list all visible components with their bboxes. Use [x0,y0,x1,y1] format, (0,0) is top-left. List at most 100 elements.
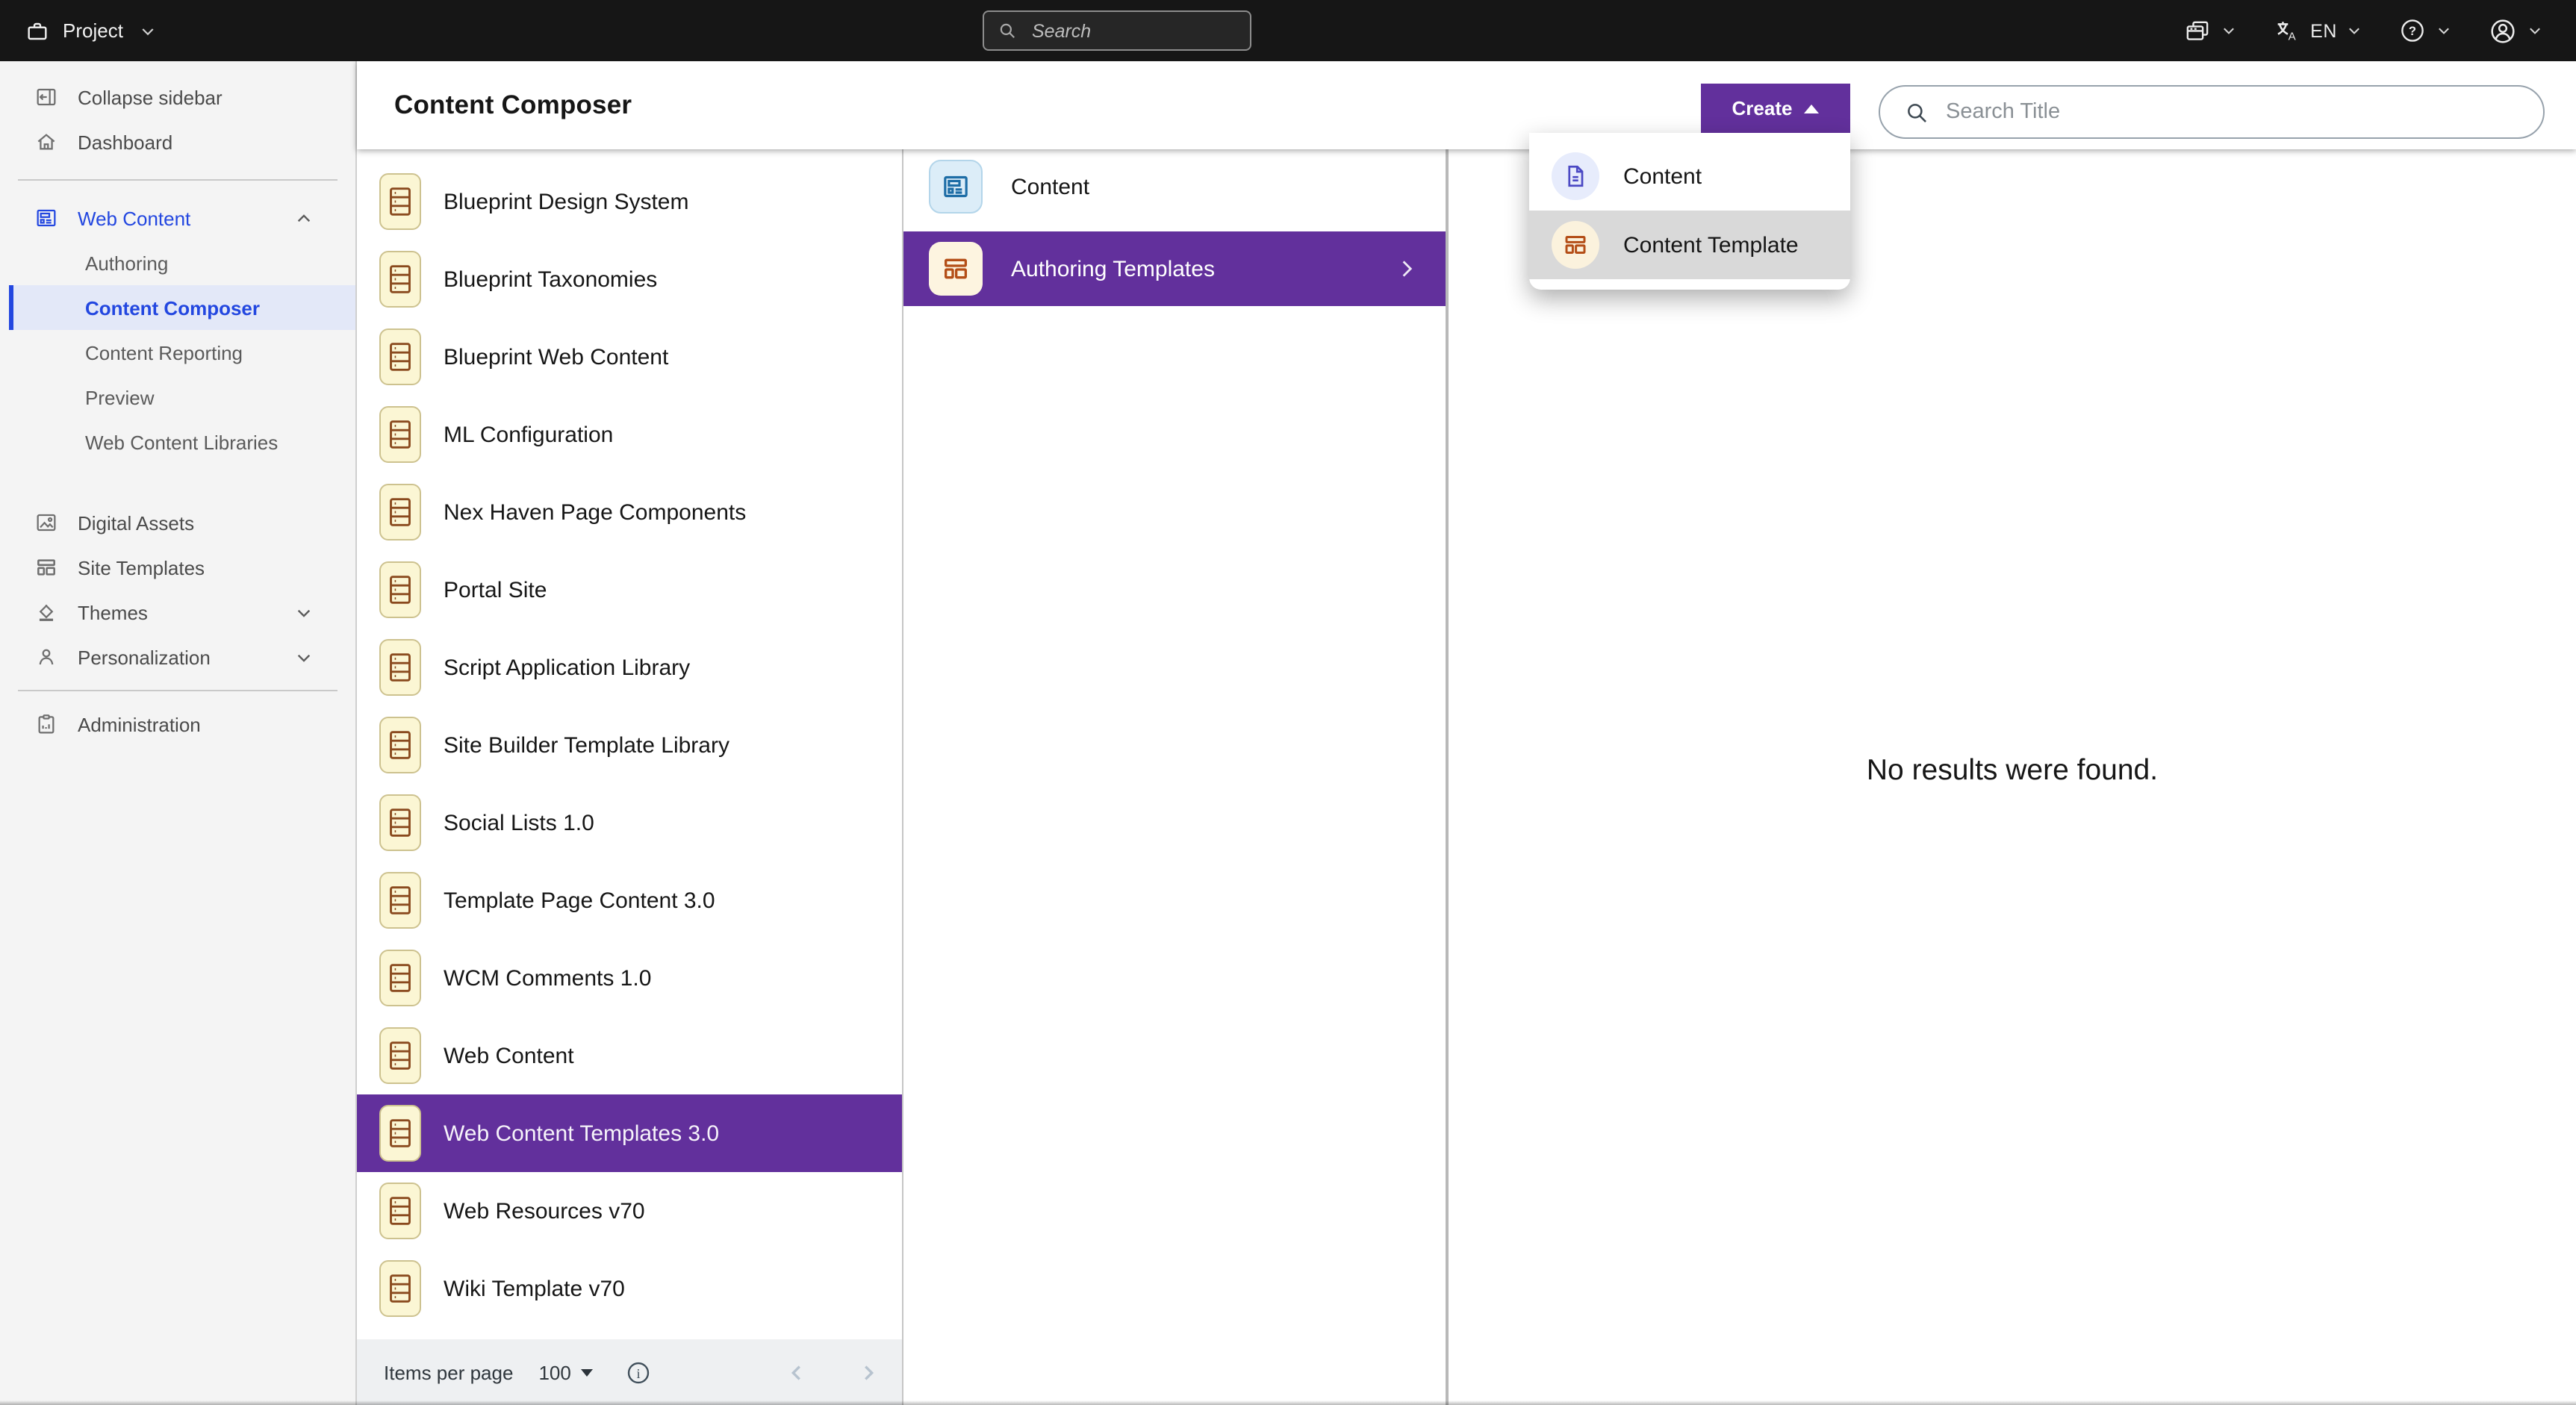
content-panels: Blueprint Design System Blueprint Taxono… [357,149,2576,1405]
previous-page-button[interactable] [774,1339,818,1405]
language-menu[interactable]: A EN [2255,16,2380,45]
chevron-down-icon [2436,22,2452,39]
library-icon [379,950,421,1006]
empty-results-message: No results were found. [1449,754,2576,788]
help-menu[interactable]: ? [2380,16,2470,45]
global-search-input[interactable] [1029,19,1236,43]
window-bottom-edge [0,1401,2576,1405]
sidebar-item-administration[interactable]: Administration [0,702,355,747]
apps-menu[interactable] [2165,16,2255,45]
app-window: Project A [0,0,2576,1405]
person-icon [34,645,58,669]
library-icon [379,639,421,696]
sidebar-item-label: Site Templates [78,556,205,579]
library-row[interactable]: Blueprint Design System [357,163,902,240]
chevron-down-icon [2221,22,2237,39]
sidebar-item-web-content[interactable]: Web Content [0,196,355,240]
library-icon [379,561,421,618]
library-icon [379,1027,421,1084]
sidebar-item-web-content-libraries[interactable]: Web Content Libraries [0,420,355,464]
template-icon [1552,221,1599,269]
chevron-down-icon [2346,22,2362,39]
title-search-input[interactable] [1943,99,2519,125]
library-row[interactable]: Web Content [357,1017,902,1094]
library-row[interactable]: Social Lists 1.0 [357,784,902,862]
create-menu-item-label: Content [1623,163,1702,189]
next-page-button[interactable] [845,1339,890,1405]
search-icon [998,21,1017,40]
create-menu-item-content[interactable]: Content [1529,142,1850,211]
pagination-bar: Items per page 100 i [357,1339,902,1405]
library-label: WCM Comments 1.0 [444,965,651,991]
library-icon [379,794,421,851]
help-icon: ? [2398,16,2427,45]
create-menu-item-label: Content Template [1623,232,1799,258]
windows-stack-icon [2183,16,2212,45]
library-row[interactable]: Web Resources v70 [357,1172,902,1250]
search-icon [1904,99,1929,125]
library-row-selected[interactable]: Web Content Templates 3.0 [357,1094,902,1172]
library-row[interactable]: Blueprint Taxonomies [357,240,902,318]
home-icon [34,130,58,154]
sidebar: Collapse sidebar Dashboard Web Content A… [0,61,357,1405]
project-menu[interactable]: Project [25,0,158,61]
create-menu-item-content-template[interactable]: Content Template [1529,211,1850,279]
sidebar-item-dashboard[interactable]: Dashboard [0,119,355,164]
top-bar-actions: A EN ? [2165,0,2561,61]
sidebar-item-site-templates[interactable]: Site Templates [0,545,355,590]
library-row[interactable]: Portal Site [357,551,902,629]
items-per-page-select[interactable]: 100 [538,1361,593,1383]
title-search [1879,85,2545,139]
sidebar-item-label: Personalization [78,646,211,668]
library-label: Nex Haven Page Components [444,499,746,525]
sidebar-subitem-label: Preview [85,386,155,408]
sidebar-item-authoring[interactable]: Authoring [0,240,355,285]
sidebar-item-content-composer[interactable]: Content Composer [9,285,355,330]
library-row[interactable]: Template Page Content 3.0 [357,862,902,939]
library-label: Blueprint Taxonomies [444,267,657,292]
collapse-sidebar-icon [34,85,58,109]
svg-text:i: i [637,1365,641,1380]
sidebar-item-themes[interactable]: Themes [0,590,355,635]
sidebar-item-digital-assets[interactable]: Digital Assets [0,500,355,545]
sidebar-item-label: Web Content [78,207,190,229]
library-label: Template Page Content 3.0 [444,888,715,913]
chevron-right-icon [1396,258,1417,279]
sidebar-item-content-reporting[interactable]: Content Reporting [0,330,355,375]
sidebar-item-label: Dashboard [78,131,172,153]
library-label: Web Resources v70 [444,1198,645,1224]
briefcase-icon [25,19,49,43]
library-label: Web Content Templates 3.0 [444,1121,719,1146]
sidebar-subitem-label: Content Composer [85,296,260,319]
document-icon [1552,152,1599,200]
library-label: Site Builder Template Library [444,732,729,758]
library-row[interactable]: Wiki Template v70 [357,1250,902,1327]
library-row[interactable]: ML Configuration [357,396,902,473]
library-row[interactable]: Script Application Library [357,629,902,706]
library-row[interactable]: Blueprint Web Content [357,318,902,396]
sidebar-item-label: Administration [78,713,201,735]
sidebar-item-preview[interactable]: Preview [0,375,355,420]
caret-up-icon [1804,104,1819,113]
language-code: EN [2310,20,2337,41]
sidebar-item-personalization[interactable]: Personalization [0,635,355,679]
global-search [983,10,1251,51]
library-row[interactable]: Site Builder Template Library [357,706,902,784]
create-button[interactable]: Create [1701,84,1850,133]
type-row-authoring-templates[interactable]: Authoring Templates [903,231,1446,306]
type-row-content[interactable]: Content [903,149,1446,224]
item-types-column: Content Authoring Templates [903,149,1449,1405]
library-row[interactable]: Nex Haven Page Components [357,473,902,551]
library-label: Web Content [444,1043,574,1068]
chevron-down-icon [2527,22,2543,39]
library-row[interactable]: WCM Comments 1.0 [357,939,902,1017]
libraries-list: Blueprint Design System Blueprint Taxono… [357,149,902,1327]
chevron-up-icon [294,208,314,228]
sidebar-subitem-label: Web Content Libraries [85,431,278,453]
avatar-icon [2488,16,2518,46]
user-menu[interactable] [2470,16,2561,46]
collapse-sidebar-button[interactable]: Collapse sidebar [0,75,355,119]
paint-theme-icon [34,600,58,624]
info-icon[interactable]: i [625,1358,653,1386]
svg-text:?: ? [2409,24,2416,38]
